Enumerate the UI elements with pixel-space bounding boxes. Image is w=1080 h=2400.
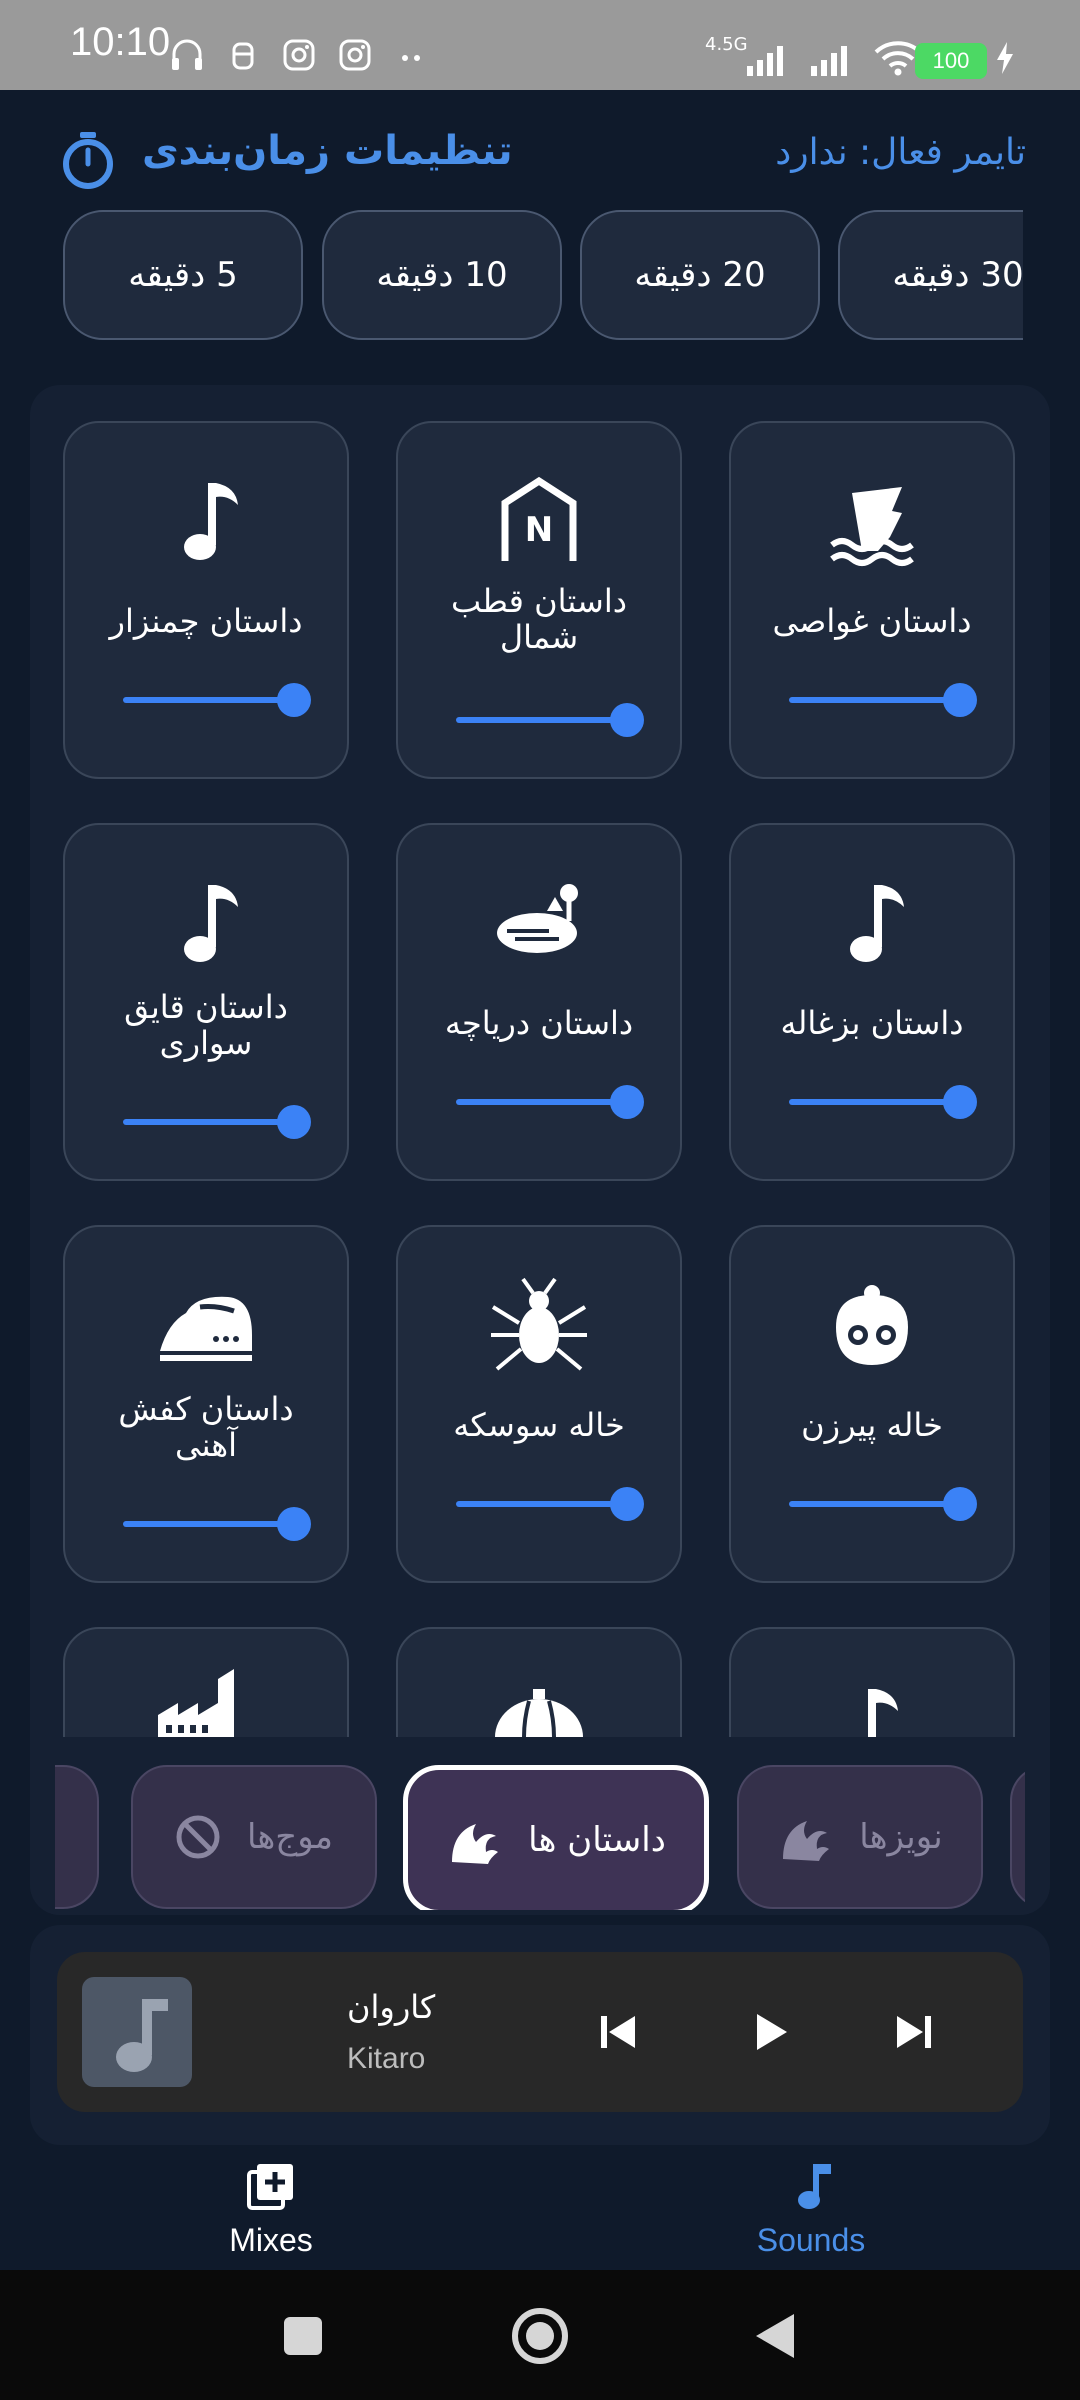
headphones-icon	[170, 38, 204, 72]
nav-label: Sounds	[756, 2222, 866, 2258]
active-timer-status: تایمر فعال: ندارد	[775, 132, 1026, 173]
sound-card[interactable]: داستان بزغاله	[729, 823, 1015, 1181]
slider-thumb[interactable]	[610, 1487, 644, 1521]
timer-preset-20[interactable]: 20 دقیقه	[580, 210, 820, 340]
nav-mixes[interactable]: Mixes	[171, 2160, 371, 2259]
skip-next-icon[interactable]	[885, 2004, 941, 2060]
chip-label: موج‌ها	[247, 1817, 334, 1857]
slider-thumb[interactable]	[277, 1507, 311, 1541]
chip-label: نویزها	[859, 1817, 943, 1857]
nav-label: Mixes	[229, 2222, 313, 2258]
iron-icon	[65, 1277, 347, 1377]
category-chip-waves[interactable]: موج‌ها	[131, 1765, 377, 1909]
album-artwork	[82, 1977, 192, 2087]
slider-thumb[interactable]	[277, 683, 311, 717]
timer-preset-10[interactable]: 10 دقیقه	[322, 210, 562, 340]
music-note-icon	[731, 875, 1013, 975]
diver-icon	[731, 473, 1013, 573]
status-time: 10:10	[70, 20, 171, 64]
chip-label: داستان ها	[528, 1820, 666, 1860]
sound-card[interactable]: داستان دریاچه	[396, 823, 682, 1181]
wave-icon	[452, 1824, 499, 1864]
sound-label: داستان قایق سواری	[124, 988, 288, 1062]
volume-slider[interactable]	[789, 683, 977, 717]
category-chips: موج‌ها داستان ها نویزها	[55, 1765, 1025, 1910]
charging-icon	[997, 42, 1013, 74]
system-navigation-bar	[0, 2270, 1080, 2400]
secure-icon	[226, 38, 260, 72]
sound-card[interactable]: خاله سوسکه	[396, 1225, 682, 1583]
slider-thumb[interactable]	[277, 1105, 311, 1139]
music-note-icon	[116, 1999, 168, 2072]
playlist-add-icon	[247, 2164, 293, 2210]
volume-slider[interactable]	[456, 1487, 644, 1521]
battery-indicator: 100	[915, 43, 987, 79]
sound-label: داستان غواصی	[772, 602, 972, 640]
sound-label: خاله سوسکه	[453, 1406, 625, 1444]
sounds-panel: داستان غواصی N داستان قطب شمال داستان چم…	[30, 385, 1050, 1915]
timer-preset-30[interactable]: 30 دقیقه	[838, 210, 1023, 340]
track-artist: Kitaro	[347, 2042, 426, 2075]
volume-slider[interactable]	[456, 703, 644, 737]
sound-card[interactable]: N داستان قطب شمال	[396, 421, 682, 779]
sound-label: داستان چمنزار	[109, 602, 303, 640]
back-icon[interactable]	[752, 2310, 798, 2362]
instagram-icon	[338, 38, 372, 72]
slider-thumb[interactable]	[943, 1085, 977, 1119]
music-note-icon	[65, 875, 347, 975]
sound-label: داستان دریاچه	[444, 1004, 634, 1042]
sound-card[interactable]: داستان قایق سواری	[63, 823, 349, 1181]
category-chip-noises[interactable]: نویزها	[737, 1765, 983, 1909]
network-type: 4.5G	[705, 34, 748, 55]
sound-card[interactable]: خاله پیرزن	[729, 1225, 1015, 1583]
old-woman-icon	[731, 1277, 1013, 1377]
volume-slider[interactable]	[789, 1085, 977, 1119]
signal-icon	[747, 46, 783, 76]
sound-label: داستان کفش آهنی	[118, 1390, 294, 1464]
timer-header: تنظیمات زمان‌بندی تایمر فعال: ندارد	[0, 90, 1080, 200]
block-icon	[176, 1815, 220, 1859]
slider-thumb[interactable]	[943, 683, 977, 717]
slider-thumb[interactable]	[943, 1487, 977, 1521]
music-note-icon	[798, 2164, 831, 2209]
bug-icon	[398, 1277, 680, 1377]
volume-slider[interactable]	[456, 1085, 644, 1119]
recents-icon[interactable]	[282, 2315, 324, 2357]
svg-text:N: N	[525, 510, 553, 550]
category-chip-partial[interactable]	[1010, 1765, 1025, 1909]
sound-label: داستان قطب شمال	[451, 582, 627, 656]
category-chip-partial[interactable]	[55, 1765, 99, 1909]
skip-previous-icon[interactable]	[591, 2004, 647, 2060]
sound-card[interactable]: داستان غواصی	[729, 421, 1015, 779]
category-chip-stories[interactable]: داستان ها	[403, 1765, 709, 1910]
instagram-icon	[282, 38, 316, 72]
play-icon[interactable]	[743, 2004, 799, 2060]
home-icon[interactable]	[510, 2306, 570, 2366]
bottom-navigation: Mixes Sounds	[0, 2150, 1080, 2270]
sound-card[interactable]: داستان کفش آهنی	[63, 1225, 349, 1583]
stopwatch-icon[interactable]	[60, 130, 116, 190]
timer-preset-5[interactable]: 5 دقیقه	[63, 210, 303, 340]
music-note-icon	[65, 473, 347, 573]
timer-settings-title: تنظیمات زمان‌بندی	[142, 128, 513, 174]
volume-slider[interactable]	[123, 1507, 311, 1541]
lake-icon	[398, 875, 680, 975]
status-bar: 10:10 4.5G 100	[0, 0, 1080, 90]
track-title: کاروان	[347, 1988, 436, 2026]
timer-presets: 30 دقیقه 20 دقیقه 10 دقیقه 5 دقیقه	[63, 210, 1023, 340]
volume-slider[interactable]	[123, 1105, 311, 1139]
slider-thumb[interactable]	[610, 703, 644, 737]
volume-slider[interactable]	[789, 1487, 977, 1521]
sound-label: داستان بزغاله	[780, 1004, 964, 1042]
sound-card[interactable]: داستان چمنزار	[63, 421, 349, 779]
nav-sounds[interactable]: Sounds	[711, 2160, 911, 2259]
north-pole-icon: N	[398, 473, 680, 573]
more-icon	[394, 38, 428, 72]
volume-slider[interactable]	[123, 683, 311, 717]
slider-thumb[interactable]	[610, 1085, 644, 1119]
mini-player[interactable]: کاروان Kitaro	[57, 1952, 1023, 2112]
signal-icon	[811, 46, 847, 76]
sound-label: خاله پیرزن	[801, 1406, 943, 1444]
wave-icon	[783, 1821, 830, 1861]
